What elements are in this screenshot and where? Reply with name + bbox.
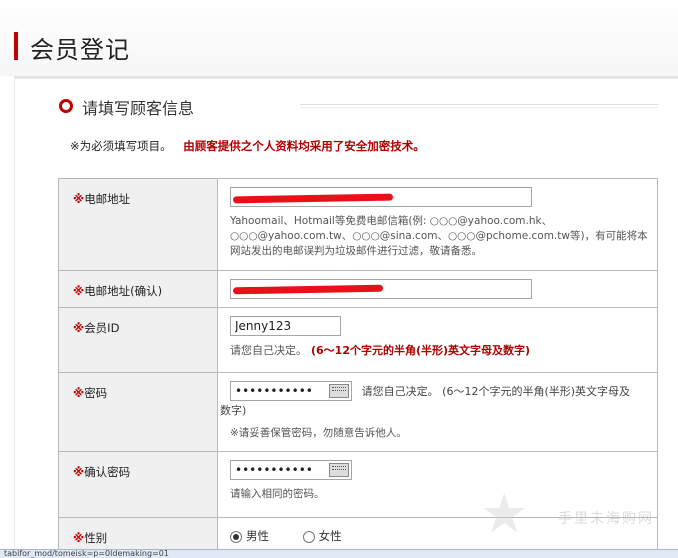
email-field-cell: Yahoomail、Hotmail等免费电邮信箱(例: ○○○@yahoo.co… — [217, 178, 658, 271]
gender-male-label[interactable]: 男性 — [246, 529, 269, 543]
gender-label: 性别 — [84, 531, 108, 545]
password-row: ※密码 请您自己决定。 (6～12个字元的半角(半形)英文字母及 数字) ※请妥… — [58, 372, 658, 452]
email-row: ※电邮地址 Yahoomail、Hotmail等免费电邮信箱(例: ○○○@ya… — [58, 178, 658, 271]
keyboard-icon[interactable] — [329, 384, 349, 398]
password-confirm-label: 确认密码 — [84, 465, 131, 479]
member-id-row: ※会员ID 请您自己决定。 (6～12个字元的半角(半形)英文字母及数字) — [58, 307, 658, 373]
required-note: ※为必须填写项目。 — [70, 139, 172, 153]
title-accent-bar — [14, 32, 18, 60]
password-label-cell: ※密码 — [58, 372, 218, 452]
password-label: 密码 — [84, 386, 108, 400]
password-hint-cont: 数字) — [220, 404, 247, 417]
section-bullet-icon — [59, 99, 73, 113]
email-confirm-field-cell — [217, 270, 658, 308]
form-notice: ※为必须填写项目。 由顾客提供之个人资料均采用了安全加密技术。 — [70, 138, 425, 154]
section-title: 请填写顾客信息 — [82, 99, 195, 118]
member-id-label-cell: ※会员ID — [58, 307, 218, 373]
required-mark: ※ — [73, 321, 85, 335]
password-hint: 请您自己决定。 (6～12个字元的半角(半形)英文字母及 — [361, 384, 631, 398]
email-hint: Yahoomail、Hotmail等免费电邮信箱(例: ○○○@yahoo.co… — [230, 215, 648, 257]
email-confirm-label: 电邮地址(确认) — [84, 284, 163, 298]
gender-female-label[interactable]: 女性 — [319, 529, 342, 543]
gender-male-radio[interactable] — [230, 530, 242, 543]
gender-female-radio[interactable] — [302, 530, 315, 543]
member-id-rule: (6～12个字元的半角(半形)英文字母及数字) — [311, 344, 531, 357]
password-note: ※请妥善保管密码，勿随意告诉他人。 — [230, 427, 407, 439]
email-confirm-label-cell: ※电邮地址(确认) — [58, 270, 218, 308]
security-note: 由顾客提供之个人资料均采用了安全加密技术。 — [183, 139, 425, 153]
email-label-cell: ※电邮地址 — [58, 178, 218, 271]
required-mark: ※ — [73, 531, 85, 545]
password-input-wrap — [230, 381, 352, 401]
page-title: 会员登记 — [30, 36, 130, 64]
required-mark: ※ — [73, 192, 85, 206]
password-confirm-input-wrap — [230, 460, 352, 480]
watermark: ★ 手里未海购网 — [480, 484, 678, 550]
password-confirm-label-cell: ※确认密码 — [58, 451, 218, 518]
password-field-cell: 请您自己决定。 (6～12个字元的半角(半形)英文字母及 数字) ※请妥善保管密… — [217, 372, 658, 452]
required-mark: ※ — [73, 284, 85, 298]
required-mark: ※ — [73, 465, 85, 479]
email-label: 电邮地址 — [84, 192, 131, 206]
member-id-input[interactable] — [230, 316, 341, 336]
member-id-label: 会员ID — [84, 321, 120, 335]
section-rule — [300, 104, 658, 108]
required-mark: ※ — [73, 386, 85, 400]
member-id-field-cell: 请您自己决定。 (6～12个字元的半角(半形)英文字母及数字) — [217, 307, 658, 373]
watermark-text: 手里未海购网 — [558, 511, 654, 527]
email-confirm-row: ※电邮地址(确认) — [58, 270, 658, 308]
member-id-hint-line: 请您自己决定。 (6～12个字元的半角(半形)英文字母及数字) — [230, 343, 651, 358]
member-id-hint: 请您自己决定。 — [230, 344, 307, 357]
keyboard-icon[interactable] — [329, 463, 349, 477]
watermark-star-icon: ★ — [480, 482, 529, 545]
